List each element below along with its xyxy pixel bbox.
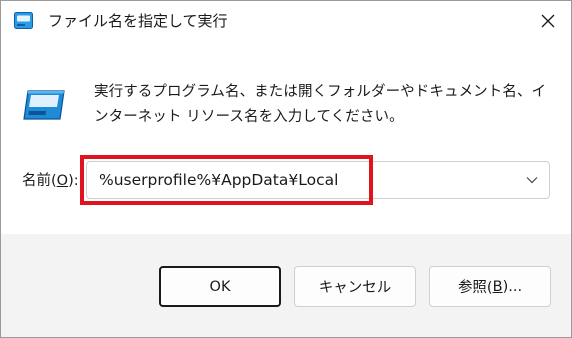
title-bar[interactable]: ファイル名を指定して実行 (1, 1, 571, 41)
browse-button[interactable]: 参照(B)... (429, 266, 551, 307)
name-label-suffix: ): (68, 173, 79, 189)
browse-label-accelerator: B (492, 278, 503, 295)
content-area (1, 41, 571, 234)
description-text: 実行するプログラム名、または開くフォルダーやドキュメント名、インターネット リソ… (94, 84, 547, 125)
run-app-icon (23, 90, 65, 120)
run-dialog: ファイル名を指定して実行 実行するプログラム名、または開くフォルダーやドキュメン… (0, 0, 572, 338)
name-label-prefix: 名前( (22, 173, 57, 189)
name-label-accelerator: O (56, 173, 69, 189)
browse-label-suffix: )... (502, 278, 523, 295)
run-app-icon (14, 12, 33, 29)
highlight-annotation (80, 155, 373, 205)
chevron-down-icon[interactable] (525, 174, 539, 186)
ok-button[interactable]: OK (159, 266, 281, 307)
close-icon (541, 14, 555, 28)
window-title: ファイル名を指定して実行 (48, 12, 228, 30)
close-button[interactable] (525, 1, 571, 41)
browse-label-prefix: 参照( (457, 280, 493, 296)
name-field-label: 名前(O): (22, 171, 79, 191)
cancel-button[interactable]: キャンセル (294, 266, 416, 307)
